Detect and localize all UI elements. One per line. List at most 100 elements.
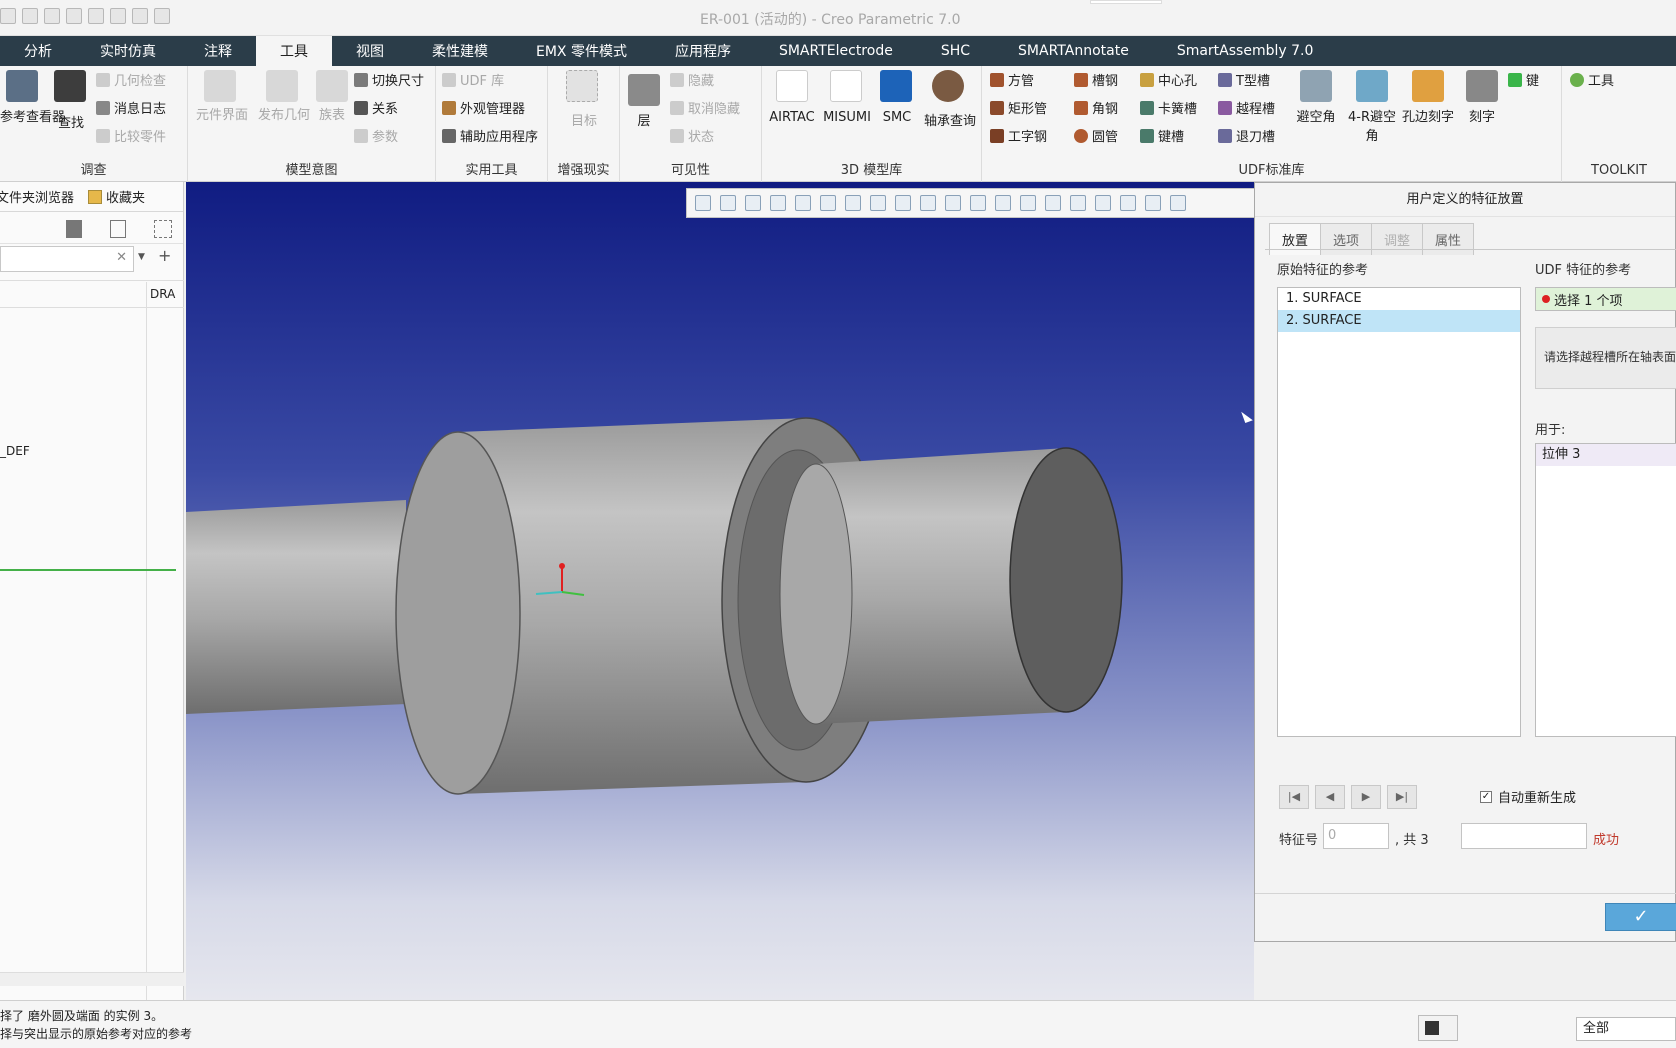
airtac-label[interactable]: AIRTAC bbox=[764, 110, 820, 125]
regenerate-icon[interactable] bbox=[110, 8, 126, 24]
engrave-icon[interactable] bbox=[1466, 70, 1498, 102]
udf-t-slot[interactable]: T型槽 bbox=[1218, 70, 1270, 89]
add-icon[interactable]: + bbox=[158, 246, 171, 265]
tab-flexible-modeling[interactable]: 柔性建模 bbox=[408, 36, 512, 66]
publish-geometry-label[interactable]: 发布几何 bbox=[254, 104, 314, 123]
bearing-icon[interactable] bbox=[932, 70, 964, 102]
udf-square-tube[interactable]: 方管 bbox=[990, 70, 1034, 89]
tree-search-input[interactable]: ✕ bbox=[0, 246, 134, 272]
ok-button[interactable]: ✓ bbox=[1605, 903, 1676, 931]
next-button[interactable]: ▶ bbox=[1351, 785, 1381, 809]
udf-relief-groove[interactable]: 退刀槽 bbox=[1218, 126, 1275, 145]
status-button[interactable]: 状态 bbox=[670, 126, 714, 145]
switch-dimensions-button[interactable]: 切换尺寸 bbox=[354, 70, 424, 89]
selection-filter[interactable]: 全部 bbox=[1576, 1017, 1676, 1041]
binoculars-icon[interactable] bbox=[54, 70, 86, 102]
tab-shc[interactable]: SHC bbox=[917, 36, 994, 66]
insert-indicator[interactable] bbox=[0, 569, 176, 571]
udf-ref-collector[interactable]: 选择 1 个项 bbox=[1535, 287, 1676, 311]
reference-viewer-label[interactable]: 参考查看器 bbox=[0, 106, 65, 125]
tree-settings-icon[interactable] bbox=[66, 220, 82, 238]
group-label-udf[interactable]: UDF标准库 bbox=[982, 159, 1561, 178]
list-item[interactable]: 1. SURFACE bbox=[1278, 288, 1520, 310]
component-interface-label[interactable]: 元件界面 bbox=[192, 104, 252, 123]
parameters-button[interactable]: 参数 bbox=[354, 126, 398, 145]
tab-smartannotate[interactable]: SMARTAnnotate bbox=[994, 36, 1153, 66]
find-button[interactable] bbox=[1418, 1015, 1458, 1041]
publish-geometry-icon[interactable] bbox=[266, 70, 298, 102]
left-shaft[interactable] bbox=[186, 500, 406, 714]
udf-channel[interactable]: 槽钢 bbox=[1074, 70, 1118, 89]
udf-keyway[interactable]: 键槽 bbox=[1140, 126, 1184, 145]
airtac-icon[interactable] bbox=[776, 70, 808, 102]
original-refs-list[interactable]: 1. SURFACE 2. SURFACE bbox=[1277, 287, 1521, 737]
udf-key[interactable]: 键 bbox=[1508, 70, 1539, 89]
shaft-model[interactable] bbox=[186, 182, 1254, 1000]
auxiliary-apps-button[interactable]: 辅助应用程序 bbox=[442, 126, 538, 145]
first-button[interactable]: |◀ bbox=[1279, 785, 1309, 809]
layers-label[interactable]: 层 bbox=[620, 110, 668, 129]
udf-library-button[interactable]: UDF 库 bbox=[442, 70, 504, 89]
tab-analysis[interactable]: 分析 bbox=[0, 36, 76, 66]
bearing-query-label[interactable]: 轴承查询 bbox=[920, 110, 980, 129]
r-clearance-icon[interactable] bbox=[1356, 70, 1388, 102]
target-icon[interactable] bbox=[566, 70, 598, 102]
redo-icon[interactable] bbox=[88, 8, 104, 24]
target-label[interactable]: 目标 bbox=[548, 110, 620, 129]
feature-no-field[interactable]: 0 bbox=[1323, 823, 1389, 849]
tree-filter-icon[interactable] bbox=[154, 220, 172, 238]
r-clearance-label[interactable]: 4-R避空角 bbox=[1346, 106, 1398, 144]
shaft-end-face[interactable] bbox=[1009, 447, 1123, 713]
horizontal-scrollbar[interactable] bbox=[0, 972, 184, 986]
favorites-icon[interactable] bbox=[88, 189, 103, 204]
close-window-icon[interactable] bbox=[154, 8, 170, 24]
engrave-label[interactable]: 刻字 bbox=[1460, 106, 1504, 125]
group-label-investigate[interactable]: 调查 bbox=[0, 159, 187, 178]
tab-annotate[interactable]: 注释 bbox=[180, 36, 256, 66]
list-item[interactable]: 拉伸 3 bbox=[1536, 444, 1676, 466]
tab-tools[interactable]: 工具 bbox=[256, 36, 332, 66]
prev-button[interactable]: ◀ bbox=[1315, 785, 1345, 809]
relations-button[interactable]: 关系 bbox=[354, 98, 398, 117]
auto-regen-checkbox[interactable]: ✓ 自动重新生成 bbox=[1480, 787, 1576, 806]
tab-folder-browser[interactable]: 文件夹浏览器 bbox=[0, 187, 74, 206]
smc-icon[interactable] bbox=[880, 70, 912, 102]
list-item-selected[interactable]: 2. SURFACE bbox=[1278, 310, 1520, 332]
misumi-label[interactable]: MISUMI bbox=[820, 110, 874, 125]
save-icon[interactable] bbox=[44, 8, 60, 24]
tab-smartassembly[interactable]: SmartAssembly 7.0 bbox=[1153, 36, 1338, 66]
tab-smartelectrode[interactable]: SMARTElectrode bbox=[755, 36, 917, 66]
layers-icon[interactable] bbox=[628, 74, 660, 106]
appearance-manager-button[interactable]: 外观管理器 bbox=[442, 98, 525, 117]
collar-left-face[interactable] bbox=[395, 431, 521, 795]
group-label-3d-library[interactable]: 3D 模型库 bbox=[762, 159, 981, 178]
checkbox-icon[interactable]: ✓ bbox=[1480, 790, 1492, 803]
smc-label[interactable]: SMC bbox=[874, 110, 920, 125]
undo-icon[interactable] bbox=[66, 8, 82, 24]
last-button[interactable]: ▶| bbox=[1387, 785, 1417, 809]
tab-emx[interactable]: EMX 零件模式 bbox=[512, 36, 651, 66]
udf-circlip-groove[interactable]: 卡簧槽 bbox=[1140, 98, 1197, 117]
open-icon[interactable] bbox=[22, 8, 38, 24]
component-interface-icon[interactable] bbox=[204, 70, 236, 102]
message-log-button[interactable]: 消息日志 bbox=[96, 98, 166, 117]
unhide-button[interactable]: 取消隐藏 bbox=[670, 98, 740, 117]
toolkit-tools-button[interactable]: 工具 bbox=[1570, 70, 1614, 89]
tab-view[interactable]: 视图 bbox=[332, 36, 408, 66]
tab-favorites[interactable]: 收藏夹 bbox=[106, 187, 145, 206]
windows-icon[interactable] bbox=[132, 8, 148, 24]
new-icon[interactable] bbox=[0, 8, 16, 24]
used-for-list[interactable]: 拉伸 3 bbox=[1535, 443, 1676, 737]
hole-edge-engrave-icon[interactable] bbox=[1412, 70, 1444, 102]
tree-columns-icon[interactable] bbox=[110, 220, 126, 238]
compare-parts-button[interactable]: 比较零件 bbox=[96, 126, 166, 145]
udf-round-tube[interactable]: 圆管 bbox=[1074, 126, 1118, 145]
group-label-ar[interactable]: 增强现实 bbox=[548, 159, 619, 178]
hide-button[interactable]: 隐藏 bbox=[670, 70, 714, 89]
udf-center-hole[interactable]: 中心孔 bbox=[1140, 70, 1197, 89]
reference-viewer-icon[interactable] bbox=[6, 70, 38, 102]
udf-i-beam[interactable]: 工字钢 bbox=[990, 126, 1047, 145]
udf-angle[interactable]: 角钢 bbox=[1074, 98, 1118, 117]
tab-simulation[interactable]: 实时仿真 bbox=[76, 36, 180, 66]
group-label-visibility[interactable]: 可见性 bbox=[620, 159, 761, 178]
